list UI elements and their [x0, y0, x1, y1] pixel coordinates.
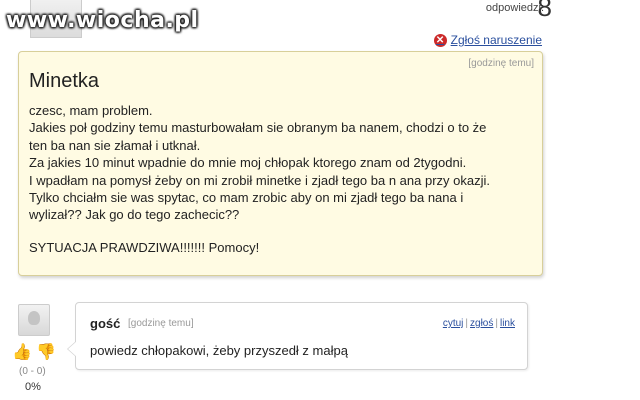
question-line: Jakies poł godziny temu masturbowałam si… — [29, 120, 487, 136]
vote-percent: 0% — [25, 381, 41, 393]
report-label: Zgłoś naruszenie — [450, 33, 542, 47]
question-line: Za jakies 10 minut wpadnie do mnie moj c… — [29, 155, 467, 171]
question-line: wylizał?? Jak go do tego zachecic?? — [29, 207, 240, 223]
answer-time: [godzinę temu] — [128, 318, 194, 329]
separator: | — [465, 318, 469, 329]
question-line: czesc, mam problem. — [29, 103, 153, 118]
separator: | — [495, 318, 498, 329]
x-circle-icon: ✕ — [433, 33, 447, 47]
answer-box: gość [godzinę temu] cytuj | zgłoś | link pow… — [67, 302, 528, 370]
report-answer-link[interactable]: zgłoś — [470, 318, 493, 329]
avatar — [18, 304, 50, 336]
question-body: czesc, mam problem. Jakies poł godziny t… — [29, 102, 539, 256]
quote-link[interactable]: cytuj — [443, 318, 464, 329]
watermark: www.wiocha.pl — [6, 8, 199, 33]
thumbs-up-icon[interactable]: 👍 — [12, 344, 32, 362]
answer-author: gość — [90, 316, 121, 331]
vote-score: (0 - 0) — [19, 366, 46, 377]
permalink[interactable]: link — [500, 318, 515, 329]
question-box: [godzinę temu] Minetka czesc, mam proble… — [18, 51, 543, 276]
answer-body: powiedz chłopakowi, żeby przyszedł z mał… — [90, 343, 348, 358]
question-time: [godzinę temu] — [468, 58, 534, 69]
question-line: ten ba nan sie złamał i utknał. — [29, 137, 201, 153]
answer-actions: cytuj | zgłoś | link — [443, 318, 515, 329]
answers-count: 8 — [537, 0, 552, 22]
question-line: SYTUACJA PRAWDZIWA!!!!!!! Pomocy! — [29, 239, 260, 255]
thumbs-down-icon[interactable]: 👎 — [36, 344, 56, 362]
answers-label: odpowiedzi: — [485, 2, 544, 14]
question-line: Tylko chciałm sie was spytac, co mam zro… — [29, 190, 464, 206]
question-line: I wpadłam na pomysł żeby on mi zrobił mi… — [29, 172, 490, 188]
report-link[interactable]: ✕ Zgłoś naruszenie — [433, 33, 542, 47]
question-line-spacer — [29, 224, 539, 239]
question-title: Minetka — [29, 70, 100, 92]
